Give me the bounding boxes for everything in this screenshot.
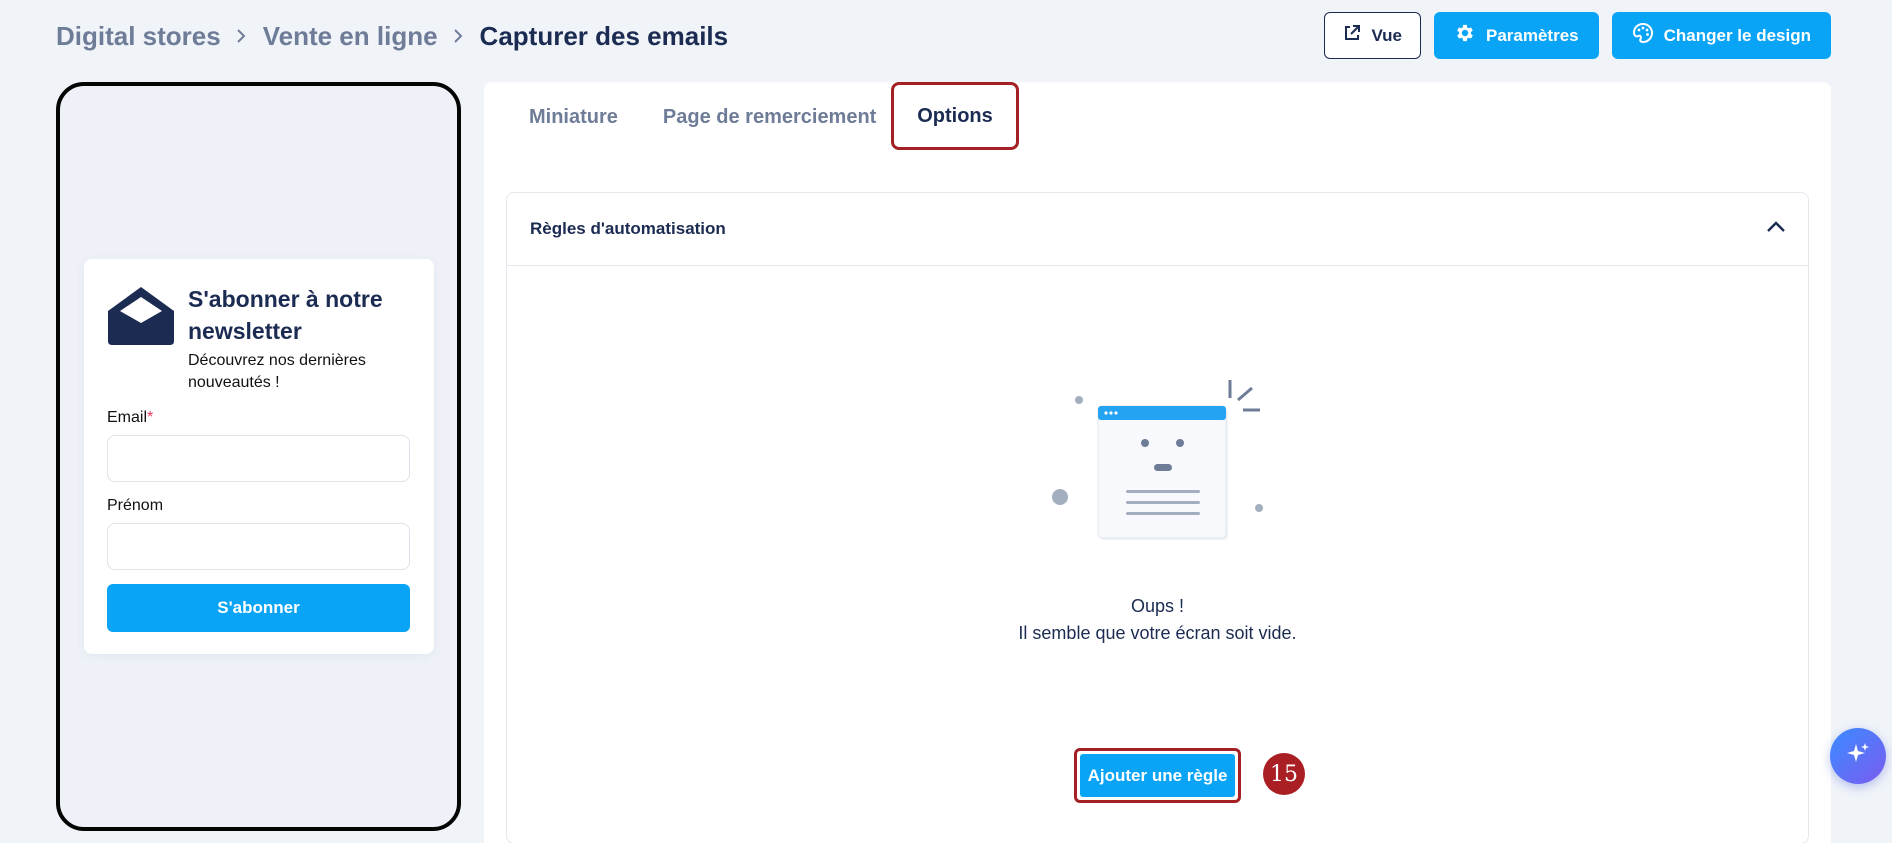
newsletter-title: S'abonner à notre newsletter: [188, 286, 383, 344]
accordion-title: Règles d'automatisation: [530, 219, 726, 238]
accordion-header[interactable]: Règles d'automatisation: [507, 193, 1808, 266]
email-field[interactable]: [107, 435, 410, 482]
view-button[interactable]: Vue: [1324, 12, 1421, 59]
settings-button[interactable]: Paramètres: [1434, 12, 1599, 59]
email-label: Email*: [107, 409, 153, 427]
breadcrumb-item-vente-en-ligne[interactable]: Vente en ligne: [263, 21, 438, 52]
chevron-right-icon: [235, 29, 249, 43]
tab-miniature[interactable]: Miniature: [529, 106, 618, 129]
firstname-label: Prénom: [107, 497, 164, 514]
email-label-text: Email: [107, 409, 148, 426]
tab-options[interactable]: Options: [891, 82, 1019, 150]
empty-state-title: Oups !: [1130, 596, 1185, 616]
chevron-up-icon[interactable]: [1766, 220, 1786, 238]
sparkles-icon: [1844, 740, 1872, 773]
step-number-badge: 15: [1263, 753, 1305, 795]
breadcrumb: Digital stores Vente en ligne Capturer d…: [56, 18, 728, 54]
change-design-button-label: Changer le design: [1663, 25, 1811, 45]
tab-bar: Miniature Page de remerciement: [529, 82, 876, 152]
empty-state-message: Oups ! Il semble que votre écran soit vi…: [884, 593, 1431, 647]
breadcrumb-item-current: Capturer des emails: [479, 20, 729, 51]
breadcrumb-item-digital-stores[interactable]: Digital stores: [56, 21, 221, 52]
gear-icon: [1454, 22, 1476, 49]
empty-screen-illustration: [1050, 378, 1265, 558]
ai-assistant-button[interactable]: [1830, 728, 1886, 784]
newsletter-form-preview: S'abonner à notre newsletter Découvrez n…: [84, 259, 434, 654]
settings-button-label: Paramètres: [1486, 25, 1579, 45]
firstname-field[interactable]: [107, 523, 410, 570]
palette-icon: [1632, 22, 1654, 49]
add-rule-button[interactable]: Ajouter une règle: [1080, 754, 1235, 797]
view-button-label: Vue: [1371, 25, 1402, 45]
header-actions: Vue Paramètres Changer le design: [1324, 12, 1831, 59]
tab-options-label: Options: [917, 104, 993, 127]
envelope-open-icon: [106, 285, 176, 347]
subscribe-button[interactable]: S'abonner: [107, 584, 410, 632]
newsletter-subtitle: Découvrez nos dernières nouveautés !: [188, 352, 366, 391]
tab-thank-you-page[interactable]: Page de remerciement: [663, 106, 876, 129]
empty-state-description: Il semble que votre écran soit vide.: [1018, 623, 1297, 643]
chevron-right-icon: [452, 29, 466, 43]
change-design-button[interactable]: Changer le design: [1611, 12, 1831, 59]
external-link-icon: [1343, 24, 1361, 47]
add-rule-highlight: Ajouter une règle: [1074, 748, 1241, 803]
required-asterisk: *: [147, 409, 154, 426]
